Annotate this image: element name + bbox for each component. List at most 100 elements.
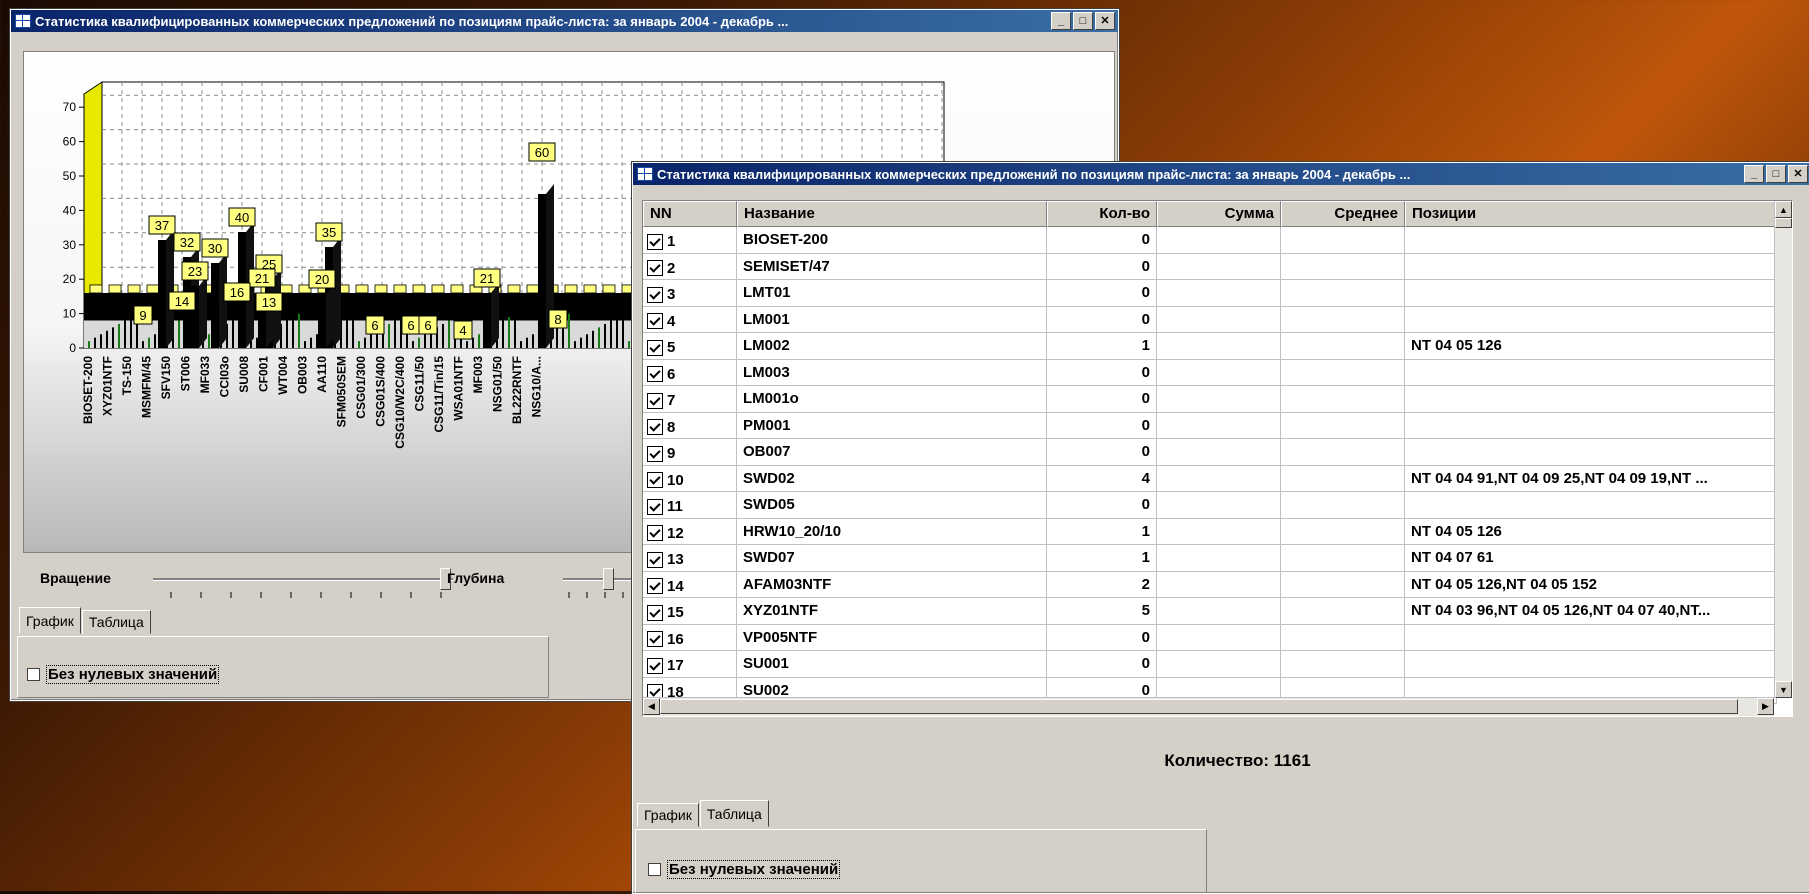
avg-cell[interactable] xyxy=(1281,545,1405,572)
row-number-cell[interactable]: 7 xyxy=(643,386,737,413)
table-row[interactable]: 7 LM001o 0 xyxy=(643,386,1792,413)
row-number-cell[interactable]: 5 xyxy=(643,333,737,360)
row-number-cell[interactable]: 6 xyxy=(643,359,737,386)
name-cell[interactable]: LM002 xyxy=(737,333,1047,360)
positions-cell[interactable]: NT 04 05 126 xyxy=(1405,518,1777,545)
positions-cell[interactable] xyxy=(1405,492,1777,519)
name-cell[interactable]: XYZ01NTF xyxy=(737,598,1047,625)
avg-cell[interactable] xyxy=(1281,227,1405,254)
name-cell[interactable]: BIOSET-200 xyxy=(737,227,1047,254)
column-header-qty[interactable]: Кол-во xyxy=(1047,201,1157,227)
qty-cell[interactable]: 4 xyxy=(1047,465,1157,492)
sum-cell[interactable] xyxy=(1157,280,1281,307)
scroll-down-button[interactable]: ▼ xyxy=(1775,681,1792,698)
name-cell[interactable]: SWD05 xyxy=(737,492,1047,519)
row-checkbox[interactable] xyxy=(647,339,663,356)
positions-cell[interactable] xyxy=(1405,386,1777,413)
row-number-cell[interactable]: 12 xyxy=(643,518,737,545)
avg-cell[interactable] xyxy=(1281,439,1405,466)
row-number-cell[interactable]: 16 xyxy=(643,624,737,651)
table-row[interactable]: 6 LM003 0 xyxy=(643,359,1792,386)
qty-cell[interactable]: 2 xyxy=(1047,571,1157,598)
nonzero-checkbox[interactable] xyxy=(27,668,40,681)
chart-window-titlebar[interactable]: Статистика квалифицированных коммерчески… xyxy=(11,10,1118,32)
row-checkbox[interactable] xyxy=(647,525,663,542)
sum-cell[interactable] xyxy=(1157,359,1281,386)
sum-cell[interactable] xyxy=(1157,651,1281,678)
avg-cell[interactable] xyxy=(1281,598,1405,625)
row-number-cell[interactable]: 9 xyxy=(643,439,737,466)
name-cell[interactable]: LMT01 xyxy=(737,280,1047,307)
row-number-cell[interactable]: 3 xyxy=(643,280,737,307)
scroll-right-button[interactable]: ▶ xyxy=(1757,698,1774,715)
positions-cell[interactable]: NT 04 07 61 xyxy=(1405,545,1777,572)
row-number-cell[interactable]: 15 xyxy=(643,598,737,625)
name-cell[interactable]: LM003 xyxy=(737,359,1047,386)
sum-cell[interactable] xyxy=(1157,253,1281,280)
table-row[interactable]: 12 HRW10_20/10 1 NT 04 05 126 xyxy=(643,518,1792,545)
avg-cell[interactable] xyxy=(1281,359,1405,386)
depth-slider-thumb[interactable] xyxy=(603,568,614,590)
chart-nonzero-option[interactable]: Без нулевых значений xyxy=(27,665,220,684)
positions-cell[interactable]: NT 04 05 126,NT 04 05 152 xyxy=(1405,571,1777,598)
table-row[interactable]: 15 XYZ01NTF 5 NT 04 03 96,NT 04 05 126,NT 0… xyxy=(643,598,1792,625)
table-row[interactable]: 1 BIOSET-200 0 xyxy=(643,227,1792,254)
column-header-avg[interactable]: Среднее xyxy=(1281,201,1405,227)
row-checkbox[interactable] xyxy=(647,551,663,568)
positions-cell[interactable] xyxy=(1405,227,1777,254)
qty-cell[interactable]: 1 xyxy=(1047,518,1157,545)
positions-cell[interactable] xyxy=(1405,412,1777,439)
nonzero-checkbox-label[interactable]: Без нулевых значений xyxy=(46,665,220,684)
avg-cell[interactable] xyxy=(1281,518,1405,545)
avg-cell[interactable] xyxy=(1281,280,1405,307)
table-row[interactable]: 5 LM002 1 NT 04 05 126 xyxy=(643,333,1792,360)
column-header-nn[interactable]: NN xyxy=(643,201,737,227)
qty-cell[interactable]: 0 xyxy=(1047,651,1157,678)
qty-cell[interactable]: 0 xyxy=(1047,386,1157,413)
row-checkbox[interactable] xyxy=(647,445,663,462)
row-checkbox[interactable] xyxy=(647,631,663,648)
close-button[interactable]: ✕ xyxy=(1788,165,1808,183)
avg-cell[interactable] xyxy=(1281,412,1405,439)
name-cell[interactable]: PM001 xyxy=(737,412,1047,439)
maximize-button[interactable]: □ xyxy=(1073,12,1093,30)
row-checkbox[interactable] xyxy=(647,657,663,674)
positions-cell[interactable]: NT 04 05 126 xyxy=(1405,333,1777,360)
name-cell[interactable]: SWD02 xyxy=(737,465,1047,492)
sum-cell[interactable] xyxy=(1157,518,1281,545)
column-header-positions[interactable]: Позиции xyxy=(1405,201,1777,227)
table-row[interactable]: 13 SWD07 1 NT 04 07 61 xyxy=(643,545,1792,572)
nonzero-checkbox[interactable] xyxy=(648,863,661,876)
positions-cell[interactable] xyxy=(1405,359,1777,386)
name-cell[interactable]: AFAM03NTF xyxy=(737,571,1047,598)
table-row[interactable]: 14 AFAM03NTF 2 NT 04 05 126,NT 04 05 152 xyxy=(643,571,1792,598)
sum-cell[interactable] xyxy=(1157,624,1281,651)
close-button[interactable]: ✕ xyxy=(1095,12,1115,30)
row-checkbox[interactable] xyxy=(647,472,663,489)
maximize-button[interactable]: □ xyxy=(1766,165,1786,183)
qty-cell[interactable]: 0 xyxy=(1047,280,1157,307)
minimize-button[interactable]: _ xyxy=(1744,165,1764,183)
vertical-scroll-thumb[interactable] xyxy=(1775,218,1792,228)
row-checkbox[interactable] xyxy=(647,313,663,330)
qty-cell[interactable]: 0 xyxy=(1047,439,1157,466)
name-cell[interactable]: VP005NTF xyxy=(737,624,1047,651)
horizontal-scrollbar[interactable]: ◀ ▶ xyxy=(643,697,1774,716)
table-row[interactable]: 3 LMT01 0 xyxy=(643,280,1792,307)
positions-cell[interactable] xyxy=(1405,253,1777,280)
sum-cell[interactable] xyxy=(1157,598,1281,625)
tab-table[interactable]: Таблица xyxy=(81,610,151,634)
qty-cell[interactable]: 0 xyxy=(1047,227,1157,254)
qty-cell[interactable]: 0 xyxy=(1047,624,1157,651)
avg-cell[interactable] xyxy=(1281,651,1405,678)
table-row[interactable]: 8 PM001 0 xyxy=(643,412,1792,439)
scroll-up-button[interactable]: ▲ xyxy=(1775,201,1792,218)
nonzero-checkbox-label[interactable]: Без нулевых значений xyxy=(667,860,841,879)
positions-cell[interactable] xyxy=(1405,439,1777,466)
sum-cell[interactable] xyxy=(1157,439,1281,466)
avg-cell[interactable] xyxy=(1281,465,1405,492)
name-cell[interactable]: LM001 xyxy=(737,306,1047,333)
sum-cell[interactable] xyxy=(1157,333,1281,360)
row-checkbox[interactable] xyxy=(647,260,663,277)
sum-cell[interactable] xyxy=(1157,545,1281,572)
